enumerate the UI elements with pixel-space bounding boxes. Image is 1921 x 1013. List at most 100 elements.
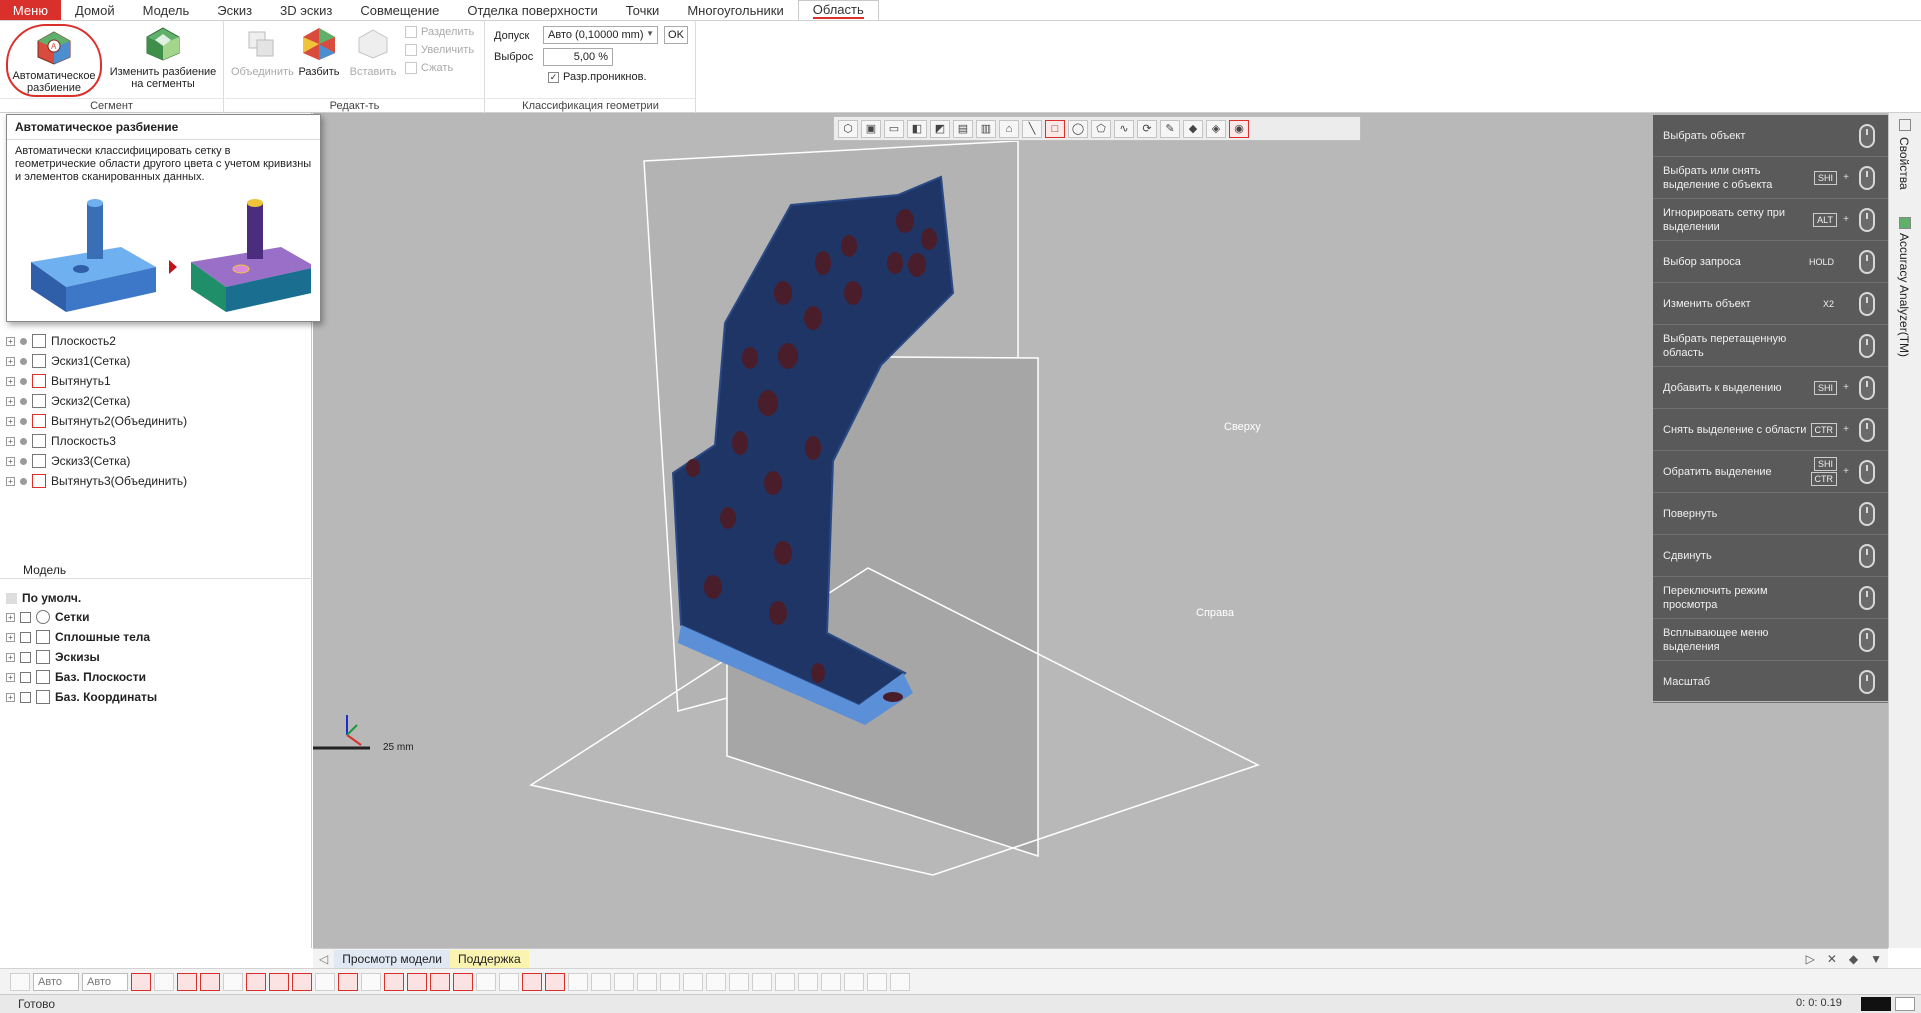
bottom-tool-icon[interactable] bbox=[246, 972, 266, 991]
cube-view-icon[interactable]: ▣ bbox=[861, 119, 881, 138]
flood-select-icon[interactable]: ◈ bbox=[1206, 119, 1226, 138]
tab-home[interactable]: Домой bbox=[61, 0, 129, 20]
tabs-pin-icon[interactable]: ◆ bbox=[1843, 952, 1864, 966]
model-default-row[interactable]: По умолч. bbox=[6, 589, 81, 607]
tab-model-view[interactable]: Просмотр модели bbox=[334, 949, 451, 968]
feature-tree-item[interactable]: + Плоскость2 bbox=[6, 332, 116, 350]
expand-icon[interactable]: + bbox=[6, 396, 15, 406]
eye-toggle-icon[interactable] bbox=[20, 611, 31, 623]
bottom-tool-icon[interactable] bbox=[315, 972, 335, 991]
brush-select-icon[interactable]: ✎ bbox=[1160, 119, 1180, 138]
bottom-tool-icon[interactable] bbox=[200, 972, 220, 991]
feature-tree-item[interactable]: + Плоскость3 bbox=[6, 432, 116, 450]
visibility-dot-icon[interactable] bbox=[20, 437, 27, 445]
bottom-tool-icon[interactable] bbox=[890, 972, 910, 991]
split-button[interactable]: Разбить bbox=[295, 24, 343, 78]
bottom-tool-icon[interactable] bbox=[430, 972, 450, 991]
bottom-tool-icon[interactable] bbox=[522, 972, 542, 991]
main-menu-button[interactable]: Меню bbox=[0, 0, 61, 20]
bottom-tool-icon[interactable] bbox=[223, 972, 243, 991]
model-tree-item[interactable]: + Сплошные тела bbox=[6, 628, 150, 646]
expand-icon[interactable]: + bbox=[6, 336, 15, 346]
tab-region[interactable]: Область bbox=[797, 0, 879, 20]
eye-toggle-icon[interactable] bbox=[20, 631, 31, 643]
circle-select-icon[interactable]: ◯ bbox=[1068, 119, 1088, 138]
merge-button[interactable]: Объединить bbox=[231, 24, 294, 78]
bottom-tool-icon[interactable] bbox=[706, 972, 726, 991]
properties-tab[interactable]: Свойства bbox=[1897, 137, 1911, 190]
visibility-dot-icon[interactable] bbox=[20, 417, 27, 425]
auto-select-2[interactable]: Авто bbox=[82, 972, 128, 991]
tabs-scroll-right-icon[interactable]: ▷ bbox=[1800, 952, 1821, 966]
bottom-tool-icon[interactable] bbox=[545, 972, 565, 991]
polygon-select-icon[interactable]: ⬠ bbox=[1091, 119, 1111, 138]
bottom-tool-icon[interactable] bbox=[476, 972, 496, 991]
bottom-tool-icon[interactable] bbox=[361, 972, 381, 991]
bottom-tool-icon[interactable] bbox=[637, 972, 657, 991]
auto-split-button[interactable]: A Автоматическое разбиение bbox=[6, 24, 102, 97]
visibility-dot-icon[interactable] bbox=[20, 337, 27, 345]
rect-select-icon[interactable]: □ bbox=[1045, 119, 1065, 138]
3d-viewport[interactable]: Сверху Справа 25 mm ⬡ ▣ ▭ ◧ ◩ ▤ ▥ ⌂ ╲ □ … bbox=[313, 113, 1888, 948]
model-tree-item[interactable]: + Эскизы bbox=[6, 648, 100, 666]
bottom-tool-icon[interactable] bbox=[499, 972, 519, 991]
model-tree-item[interactable]: + Баз. Координаты bbox=[6, 688, 157, 706]
section-view-icon[interactable]: ◧ bbox=[907, 119, 927, 138]
insert-button[interactable]: Вставить bbox=[347, 24, 399, 78]
expand-icon[interactable]: + bbox=[6, 632, 15, 642]
freeform-select-icon[interactable]: ∿ bbox=[1114, 119, 1134, 138]
feature-tree-item[interactable]: + Вытянуть2(Объединить) bbox=[6, 412, 187, 430]
eye-toggle-icon[interactable] bbox=[20, 671, 31, 683]
expand-icon[interactable]: + bbox=[6, 476, 15, 486]
bottom-tool-icon[interactable] bbox=[269, 972, 289, 991]
divide-button[interactable]: Разделить bbox=[405, 26, 474, 38]
expand-icon[interactable]: + bbox=[6, 356, 15, 366]
tabs-scroll-left-icon[interactable]: ◁ bbox=[313, 952, 334, 966]
coordinate-tool-icon[interactable] bbox=[10, 972, 30, 991]
tab-alignment[interactable]: Совмещение bbox=[346, 0, 453, 20]
expand-icon[interactable]: + bbox=[6, 416, 15, 426]
bottom-tool-icon[interactable] bbox=[729, 972, 749, 991]
bottom-tool-icon[interactable] bbox=[292, 972, 312, 991]
visibility-dot-icon[interactable] bbox=[20, 357, 27, 365]
bottom-tool-icon[interactable] bbox=[568, 972, 588, 991]
feature-tree-item[interactable]: + Эскиз3(Сетка) bbox=[6, 452, 130, 470]
visibility-dot-icon[interactable] bbox=[20, 377, 27, 385]
tab-3d-sketch[interactable]: 3D эскиз bbox=[266, 0, 346, 20]
shrink-button[interactable]: Сжать bbox=[405, 62, 453, 74]
tab-model[interactable]: Модель bbox=[129, 0, 204, 20]
expand-icon[interactable]: + bbox=[6, 672, 15, 682]
tab-support[interactable]: Поддержка bbox=[450, 949, 529, 968]
expand-icon[interactable]: + bbox=[6, 436, 15, 446]
bottom-tool-icon[interactable] bbox=[131, 972, 151, 991]
model-tree-item[interactable]: + Сетки bbox=[6, 608, 89, 626]
feature-tree-item[interactable]: + Вытянуть1 bbox=[6, 372, 111, 390]
fill-select-icon[interactable]: ◆ bbox=[1183, 119, 1203, 138]
feature-tree-item[interactable]: + Вытянуть3(Объединить) bbox=[6, 472, 187, 490]
render-mode-icon[interactable]: ▭ bbox=[884, 119, 904, 138]
bottom-tool-icon[interactable] bbox=[177, 972, 197, 991]
enlarge-button[interactable]: Увеличить bbox=[405, 44, 474, 56]
visibility-icon[interactable]: ◉ bbox=[1229, 119, 1249, 138]
bottom-tool-icon[interactable] bbox=[798, 972, 818, 991]
bottom-tool-icon[interactable] bbox=[660, 972, 680, 991]
tab-surface-finish[interactable]: Отделка поверхности bbox=[453, 0, 611, 20]
tabs-close-icon[interactable]: ✕ bbox=[1821, 952, 1843, 966]
bottom-tool-icon[interactable] bbox=[775, 972, 795, 991]
tolerance-select[interactable]: Авто (0,10000 mm) ▼ bbox=[543, 26, 658, 44]
bottom-tool-icon[interactable] bbox=[821, 972, 841, 991]
bottom-tool-icon[interactable] bbox=[384, 972, 404, 991]
bottom-tool-icon[interactable] bbox=[338, 972, 358, 991]
visibility-dot-icon[interactable] bbox=[20, 457, 27, 465]
bottom-tool-icon[interactable] bbox=[844, 972, 864, 991]
plane-view-icon[interactable]: ◩ bbox=[930, 119, 950, 138]
auto-select-1[interactable]: Авто bbox=[33, 972, 79, 991]
visibility-dot-icon[interactable] bbox=[20, 397, 27, 405]
expand-icon[interactable]: + bbox=[6, 692, 15, 702]
camera-icon[interactable]: ⌂ bbox=[999, 119, 1019, 138]
lasso-select-icon[interactable]: ⟳ bbox=[1137, 119, 1157, 138]
feature-tree-item[interactable]: + Эскиз2(Сетка) bbox=[6, 392, 130, 410]
ok-button[interactable]: OK bbox=[664, 26, 688, 44]
bottom-tool-icon[interactable] bbox=[683, 972, 703, 991]
split-view-icon[interactable]: ▥ bbox=[976, 119, 996, 138]
